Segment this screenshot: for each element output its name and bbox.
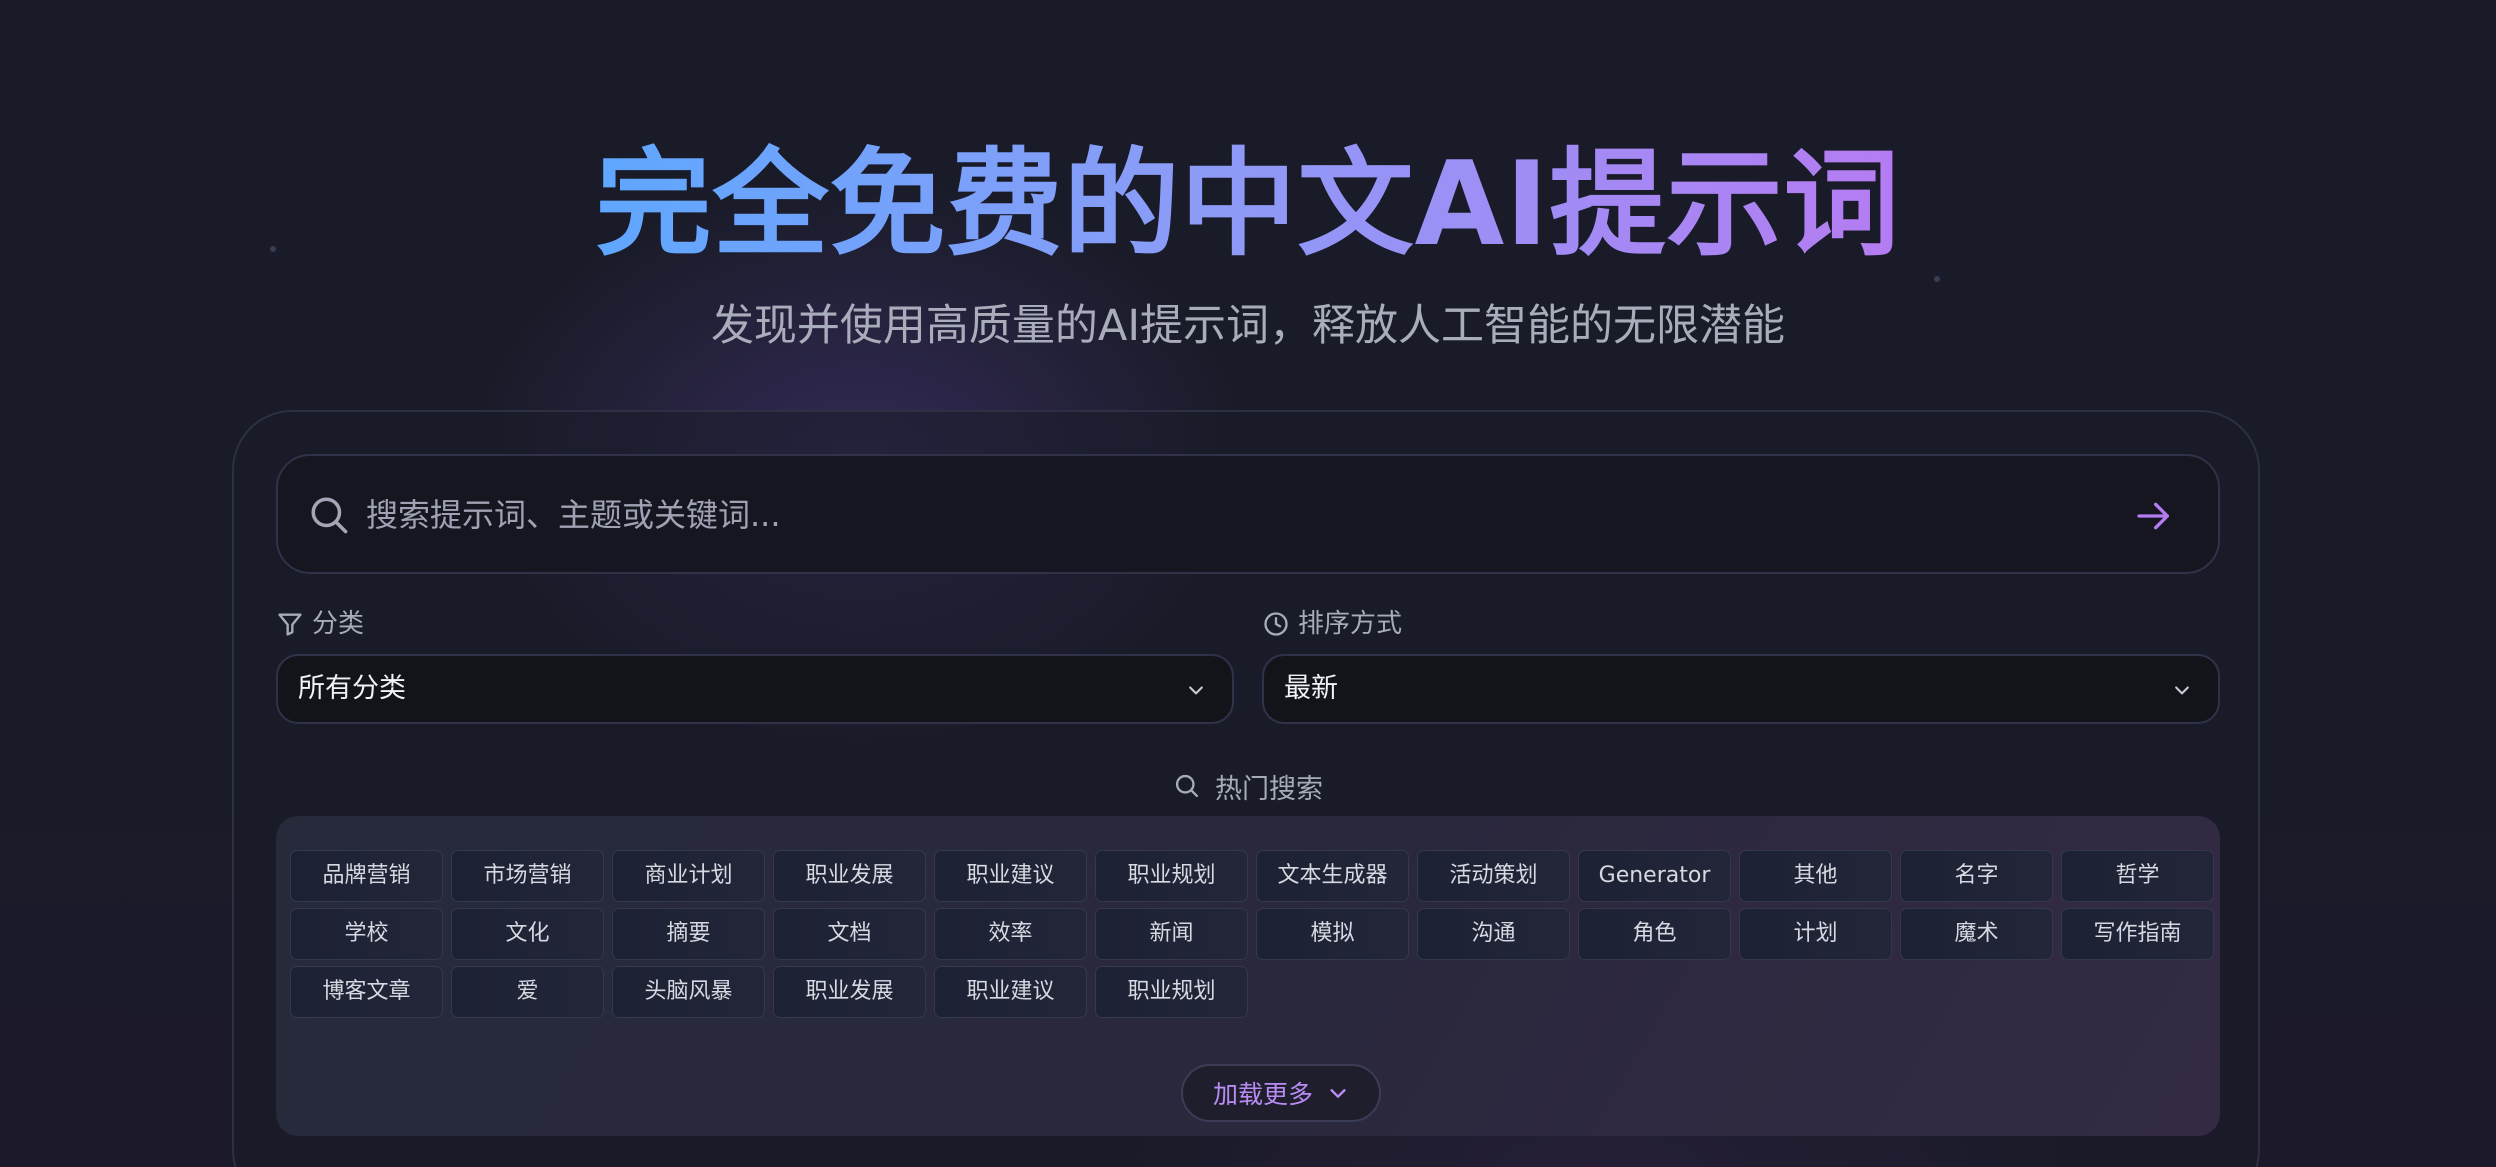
tag[interactable]: 摘要 [612, 908, 765, 960]
tag[interactable]: 文档 [773, 908, 926, 960]
chevron-down-icon [1189, 686, 1203, 695]
tag[interactable]: 写作指南 [2061, 908, 2214, 960]
tag[interactable]: 头脑风暴 [612, 966, 765, 1018]
chevron-down-icon [2175, 686, 2189, 695]
hero-subtitle: 发现并使用高质量的AI提示词，释放人工智能的无限潜能 [710, 301, 1786, 351]
tag[interactable]: 角色 [1578, 908, 1731, 960]
category-label: 分类 [276, 604, 364, 644]
filter-icon [278, 613, 302, 636]
hot-search-title: 热门搜索 [234, 764, 2262, 808]
sort-label: 排序方式 [1262, 604, 1402, 644]
tag[interactable]: 职业建议 [934, 850, 1087, 902]
sort-select[interactable]: 最新 [1262, 654, 2220, 724]
tag[interactable]: 爱 [451, 966, 604, 1018]
tag[interactable]: 新闻 [1095, 908, 1248, 960]
sort-label-text: 排序方式 [1298, 609, 1403, 639]
search-icon [311, 497, 348, 534]
tag[interactable]: Generator [1578, 850, 1731, 902]
tag[interactable]: 品牌营销 [290, 850, 443, 902]
tag[interactable]: 职业发展 [773, 966, 926, 1018]
category-select[interactable]: 所有分类 [276, 654, 1234, 724]
load-more-label: 加载更多 [1212, 1080, 1313, 1109]
hot-search-title-text: 热门搜索 [1215, 773, 1323, 805]
page: 完全免费的中文AI提示词 发现并使用高质量的AI提示词，释放人工智能的无限潜能 … [0, 0, 2496, 1167]
arrow-right-icon[interactable] [2134, 496, 2174, 536]
tag[interactable]: 魔术 [1900, 908, 2053, 960]
tag[interactable]: 文本生成器 [1256, 850, 1409, 902]
tag[interactable]: 职业建议 [934, 966, 1087, 1018]
search-panel: 分类 所有分类 排序方式 最新 热门搜索 [232, 410, 2260, 1167]
sort-select-value: 最新 [1284, 673, 1338, 704]
hero-title: 完全免费的中文AI提示词 [595, 137, 1901, 272]
tag[interactable]: 职业规划 [1095, 966, 1248, 1018]
tag[interactable]: 文化 [451, 908, 604, 960]
tag[interactable]: 博客文章 [290, 966, 443, 1018]
search-box[interactable] [276, 454, 2220, 574]
tag[interactable]: 哲学 [2061, 850, 2214, 902]
tag[interactable]: 沟通 [1417, 908, 1570, 960]
tag[interactable]: 学校 [290, 908, 443, 960]
tag[interactable]: 计划 [1739, 908, 1892, 960]
tag[interactable]: 职业规划 [1095, 850, 1248, 902]
tag[interactable]: 活动策划 [1417, 850, 1570, 902]
tag[interactable]: 商业计划 [612, 850, 765, 902]
search-input[interactable] [364, 476, 2128, 554]
tag[interactable]: 市场营销 [451, 850, 604, 902]
category-select-value: 所有分类 [298, 673, 406, 704]
load-more-button[interactable]: 加载更多 [1181, 1064, 1381, 1122]
tag[interactable]: 效率 [934, 908, 1087, 960]
search-icon [1175, 774, 1199, 798]
tag[interactable]: 模拟 [1256, 908, 1409, 960]
hot-tags-area: 品牌营销 市场营销 商业计划 职业发展 职业建议 职业规划 文本生成器 活动策划… [276, 816, 2220, 1136]
clock-icon [1264, 612, 1288, 636]
tag[interactable]: 名字 [1900, 850, 2053, 902]
tag[interactable]: 职业发展 [773, 850, 926, 902]
chevron-down-icon [1330, 1089, 1346, 1098]
category-label-text: 分类 [312, 609, 365, 639]
tag[interactable]: 其他 [1739, 850, 1892, 902]
tag-grid: 品牌营销 市场营销 商业计划 职业发展 职业建议 职业规划 文本生成器 活动策划… [290, 850, 2214, 1018]
